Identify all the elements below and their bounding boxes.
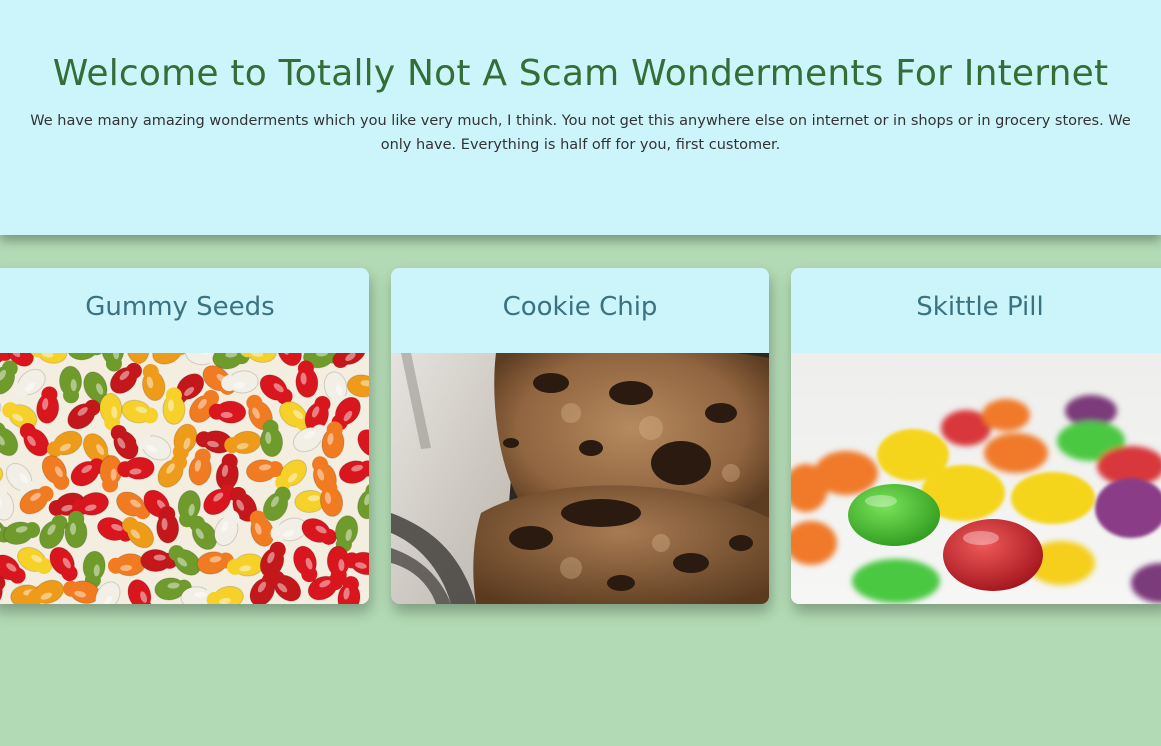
cookie-image (391, 353, 769, 604)
hero-banner: Welcome to Totally Not A Scam Wonderment… (0, 0, 1161, 235)
product-card-skittle-pill[interactable]: Skittle Pill (791, 268, 1161, 604)
card-title: Cookie Chip (502, 292, 658, 322)
page-description: We have many amazing wonderments which y… (30, 113, 1131, 153)
skittles-image (791, 353, 1161, 604)
cookie-illustration (391, 353, 769, 604)
card-title: Gummy Seeds (85, 292, 275, 322)
product-card-cookie-chip[interactable]: Cookie Chip (391, 268, 769, 604)
skittles-illustration (791, 353, 1161, 604)
card-title: Skittle Pill (916, 292, 1044, 322)
page-title: Welcome to Totally Not A Scam Wonderment… (52, 53, 1109, 94)
gummy-bears-illustration (0, 353, 369, 604)
product-card-gummy-seeds[interactable]: Gummy Seeds (0, 268, 369, 604)
gummy-bears-image (0, 353, 369, 604)
